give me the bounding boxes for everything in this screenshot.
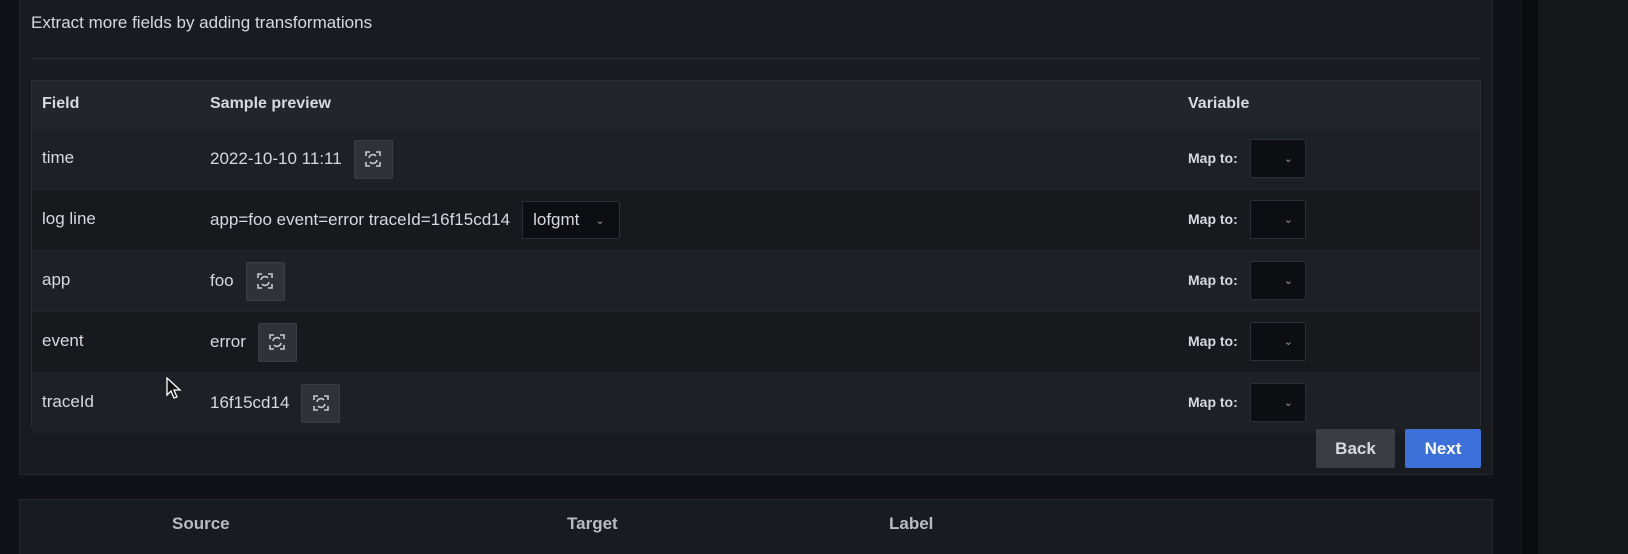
- side-panel: [1538, 0, 1628, 554]
- transformations-panel: Extract more fields by adding transforma…: [19, 0, 1493, 475]
- table-row: time 2022-10-10 11:11 Map to: ⌄: [32, 128, 1480, 189]
- map-to-label: Map to:: [1188, 211, 1238, 227]
- header-source: Source: [172, 514, 230, 533]
- format-select-value: lofgmt: [533, 210, 580, 229]
- header-sample-preview: Sample preview: [210, 95, 331, 112]
- fields-table: Field Sample preview Variable time 2022-…: [31, 80, 1481, 433]
- chevron-down-icon: ⌄: [1283, 397, 1293, 409]
- format-select[interactable]: lofgmt ⌄: [522, 201, 620, 239]
- sample-preview: app=foo event=error traceId=16f15cd14 lo…: [210, 200, 620, 240]
- variable-select[interactable]: ⌄: [1250, 261, 1306, 300]
- transform-icon: [365, 151, 382, 167]
- transform-button[interactable]: [353, 139, 393, 179]
- sample-value: error: [210, 332, 246, 351]
- variable-select[interactable]: ⌄: [1250, 200, 1306, 239]
- map-to-label: Map to:: [1188, 272, 1238, 288]
- map-to-label: Map to:: [1188, 150, 1238, 166]
- mouse-cursor-icon: [166, 377, 182, 399]
- scrollbar-track[interactable]: [1522, 0, 1538, 554]
- field-name: app: [42, 270, 71, 289]
- sample-preview: 16f15cd14: [210, 383, 341, 423]
- chevron-down-icon: ⌄: [595, 214, 605, 227]
- next-button[interactable]: Next: [1405, 429, 1481, 468]
- header-target: Target: [567, 514, 618, 533]
- sample-preview: foo: [210, 261, 285, 301]
- transform-icon: [269, 334, 286, 350]
- back-button[interactable]: Back: [1316, 429, 1395, 468]
- transform-button[interactable]: [257, 322, 297, 362]
- table-header: Field Sample preview Variable: [32, 81, 1480, 128]
- table-row: event error Map to: ⌄: [32, 311, 1480, 372]
- chevron-down-icon: ⌄: [1283, 275, 1293, 287]
- field-name: time: [42, 148, 75, 167]
- header-label: Label: [889, 514, 934, 533]
- sample-value: 2022-10-10 11:11: [210, 149, 342, 168]
- sample-value: 16f15cd14: [210, 393, 290, 412]
- chevron-down-icon: ⌄: [1283, 153, 1293, 165]
- map-to-label: Map to:: [1188, 333, 1238, 349]
- mappings-panel: [19, 499, 1493, 554]
- transform-icon: [313, 395, 329, 411]
- header-field: Field: [42, 95, 80, 112]
- sample-preview: 2022-10-10 11:11: [210, 139, 393, 179]
- divider: [31, 58, 1481, 59]
- field-name: traceId: [42, 392, 94, 411]
- transform-button[interactable]: [301, 383, 341, 423]
- sample-preview: error: [210, 322, 297, 362]
- transform-icon: [257, 273, 273, 289]
- table-row: traceId 16f15cd14 Map to: ⌄: [32, 372, 1480, 433]
- page: Extract more fields by adding transforma…: [0, 0, 1628, 554]
- chevron-down-icon: ⌄: [1283, 336, 1293, 348]
- field-name: log line: [42, 209, 96, 228]
- variable-select[interactable]: ⌄: [1250, 322, 1306, 361]
- sample-value: foo: [210, 271, 234, 290]
- variable-select[interactable]: ⌄: [1250, 383, 1306, 422]
- chevron-down-icon: ⌄: [1283, 214, 1293, 226]
- map-to-label: Map to:: [1188, 394, 1238, 410]
- transform-button[interactable]: [245, 261, 285, 301]
- panel-title: Extract more fields by adding transforma…: [31, 13, 373, 32]
- field-name: event: [42, 331, 84, 350]
- sample-value: app=foo event=error traceId=16f15cd14: [210, 210, 511, 229]
- table-row: app foo Map to: ⌄: [32, 250, 1480, 311]
- header-variable: Variable: [1188, 95, 1250, 112]
- variable-select[interactable]: ⌄: [1250, 139, 1306, 178]
- table-row: log line app=foo event=error traceId=16f…: [32, 189, 1480, 250]
